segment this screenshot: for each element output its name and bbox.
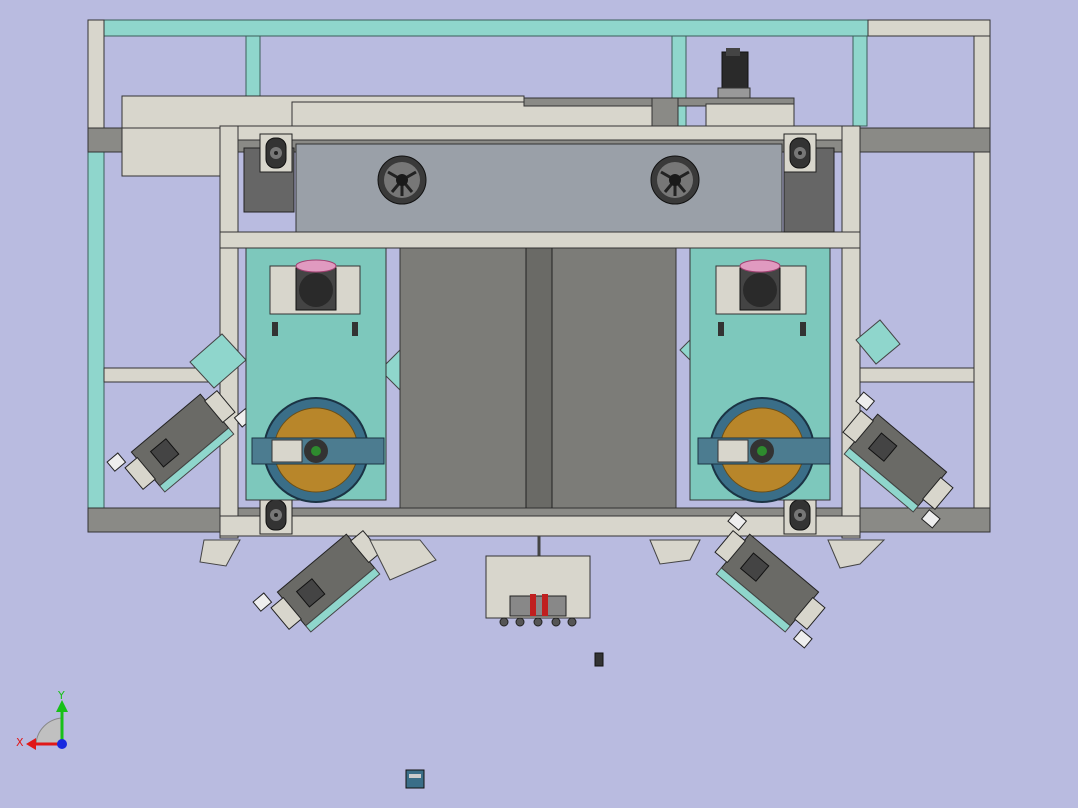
center-column [399,247,677,509]
electronics-panel [243,143,835,233]
x-axis-label: X [16,736,24,749]
servo-motor[interactable] [717,48,751,99]
small-bracket [405,769,425,789]
connector-box [485,536,591,627]
caster-wheel-icon [783,133,817,173]
drive-unit-right [689,247,831,503]
caster-wheel-icon [259,495,293,535]
y-axis-label: Y [57,689,65,702]
fan-icon [649,154,701,206]
cad-viewport[interactable]: Y X [0,0,1078,808]
caster-wheel-icon [783,495,817,535]
small-part [594,652,604,667]
z-axis-dot-icon [57,739,67,749]
fan-icon [376,154,428,206]
caster-wheel-icon [259,133,293,173]
coordinate-triad: Y X [16,689,68,750]
drive-unit-left [245,247,387,503]
